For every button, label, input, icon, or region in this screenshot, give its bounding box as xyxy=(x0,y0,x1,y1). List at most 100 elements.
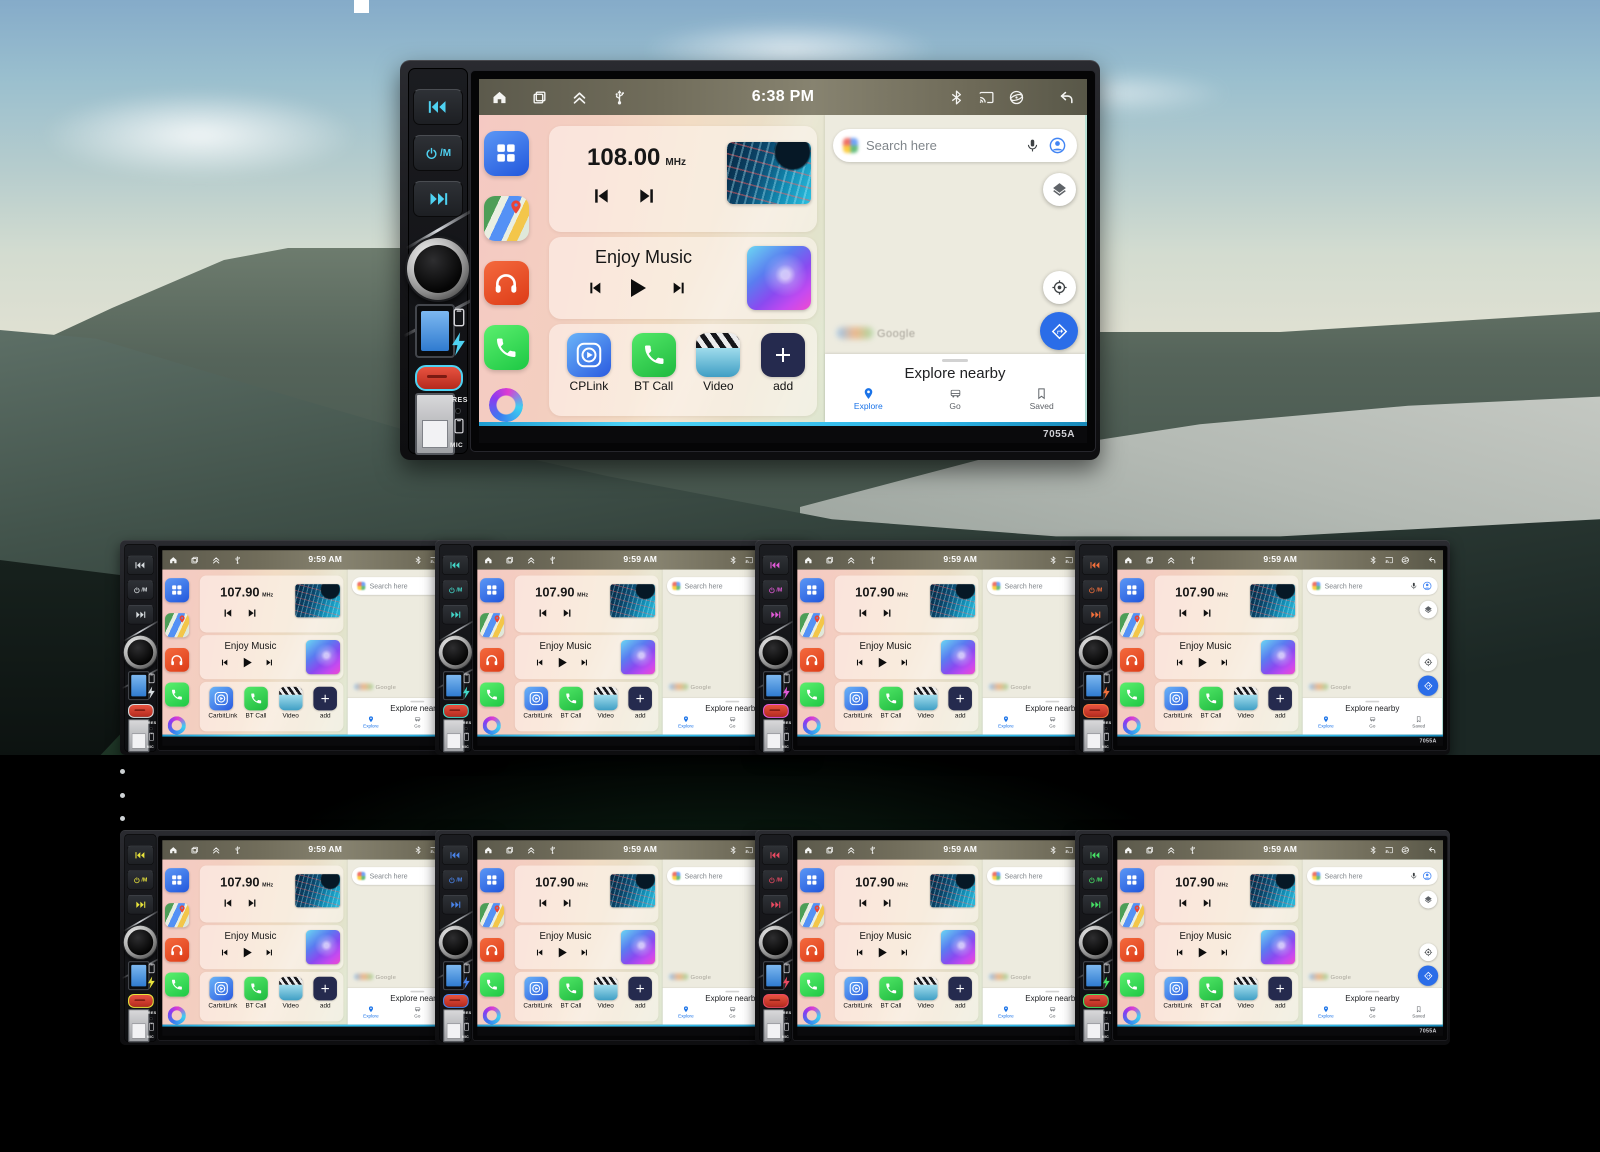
prev-track-button[interactable] xyxy=(1175,658,1184,667)
prev-station-button[interactable] xyxy=(1177,898,1188,909)
sheet-handle[interactable] xyxy=(942,359,968,362)
back-icon[interactable] xyxy=(1427,845,1436,854)
my-location-button[interactable] xyxy=(1419,653,1438,672)
next-track-button[interactable] xyxy=(265,658,274,667)
tab-go[interactable]: Go xyxy=(912,387,999,411)
layers-button[interactable] xyxy=(1419,600,1438,619)
app-bt-call[interactable]: BT Call xyxy=(878,976,904,1022)
app-add[interactable]: add xyxy=(628,686,654,732)
assistant-ring-icon[interactable] xyxy=(482,1006,501,1025)
next-track-button[interactable] xyxy=(1220,948,1229,957)
app-add[interactable]: add xyxy=(948,686,974,732)
phone-app-icon[interactable] xyxy=(479,682,504,707)
next-track-button[interactable] xyxy=(441,895,469,915)
app-bt-call[interactable]: BT Call xyxy=(558,686,584,732)
usb-icon[interactable] xyxy=(868,845,877,854)
usb-icon[interactable] xyxy=(1188,845,1197,854)
maps-app-icon[interactable] xyxy=(799,612,824,638)
play-button[interactable] xyxy=(241,656,254,669)
app-bt-call[interactable]: BT Call xyxy=(878,686,904,732)
sheet-handle[interactable] xyxy=(1365,700,1380,703)
reset-slot[interactable] xyxy=(128,993,154,1008)
next-track-button[interactable] xyxy=(1081,895,1109,915)
app-cplink[interactable]: CarbitLink xyxy=(843,686,872,732)
next-track-button[interactable] xyxy=(580,948,589,957)
app-grid-icon[interactable] xyxy=(479,868,504,893)
prev-station-button[interactable] xyxy=(537,898,548,909)
layers-button[interactable] xyxy=(1043,173,1076,206)
music-widget[interactable]: Enjoy Music xyxy=(199,635,344,680)
usb-icon[interactable] xyxy=(611,89,628,106)
recents-icon[interactable] xyxy=(825,845,834,854)
radio-widget[interactable]: 107.90 MHz xyxy=(1154,575,1299,633)
chevron-up-icon[interactable] xyxy=(571,89,588,106)
app-add[interactable]: add xyxy=(1268,976,1294,1022)
music-widget[interactable]: Enjoy Music xyxy=(834,635,979,680)
volume-knob[interactable] xyxy=(438,635,472,669)
app-video[interactable]: Video xyxy=(278,686,304,732)
volume-knob[interactable] xyxy=(758,925,792,959)
next-track-button[interactable] xyxy=(1081,605,1109,625)
prev-station-button[interactable] xyxy=(537,608,548,619)
touchscreen[interactable]: 9:59 AM 107.90 MHz Enjoy Music CarbitLin… xyxy=(1112,835,1448,1041)
prev-track-button[interactable] xyxy=(1175,948,1184,957)
tab-explore[interactable]: Explore xyxy=(1303,1006,1349,1019)
music-widget[interactable]: Enjoy Music xyxy=(1154,925,1299,970)
reset-slot[interactable] xyxy=(1083,703,1109,718)
assistant-ring-icon[interactable] xyxy=(167,716,186,735)
app-video[interactable]: Video xyxy=(593,686,619,732)
search-bar[interactable]: Search here xyxy=(1306,867,1438,885)
next-station-button[interactable] xyxy=(882,898,893,909)
sheet-handle[interactable] xyxy=(410,700,425,703)
play-button[interactable] xyxy=(241,946,254,959)
mic-icon[interactable] xyxy=(1410,582,1418,590)
power-mode-button[interactable]: /M xyxy=(126,870,154,890)
app-video[interactable]: Video xyxy=(1233,976,1259,1022)
sheet-handle[interactable] xyxy=(410,990,425,993)
next-station-button[interactable] xyxy=(637,186,657,206)
mic-icon[interactable] xyxy=(1410,872,1418,880)
app-video[interactable]: Video xyxy=(913,976,939,1022)
volume-knob[interactable] xyxy=(1078,925,1112,959)
back-icon[interactable] xyxy=(1427,555,1436,564)
next-station-button[interactable] xyxy=(1202,608,1213,619)
next-track-button[interactable] xyxy=(761,895,789,915)
home-icon[interactable] xyxy=(491,89,508,106)
tab-explore[interactable]: Explore xyxy=(825,387,912,411)
app-bt-call[interactable]: BT Call xyxy=(558,976,584,1022)
volume-knob[interactable] xyxy=(407,238,469,300)
play-button[interactable] xyxy=(556,946,569,959)
next-station-button[interactable] xyxy=(247,898,258,909)
reset-slot[interactable] xyxy=(443,703,469,718)
radio-widget[interactable]: 107.90 MHz xyxy=(834,865,979,923)
app-grid-icon[interactable] xyxy=(1119,868,1144,893)
prev-track-button[interactable] xyxy=(855,948,864,957)
power-mode-button[interactable]: /M xyxy=(1081,580,1109,600)
next-station-button[interactable] xyxy=(562,898,573,909)
tab-explore[interactable]: Explore xyxy=(348,1006,394,1019)
radio-widget[interactable]: 107.90 MHz xyxy=(199,575,344,633)
layers-button[interactable] xyxy=(1419,890,1438,909)
prev-station-button[interactable] xyxy=(857,608,868,619)
prev-track-button[interactable] xyxy=(220,658,229,667)
next-track-button[interactable] xyxy=(413,181,463,217)
radio-app-icon[interactable] xyxy=(483,260,529,306)
app-add[interactable]: add xyxy=(759,333,807,416)
recents-icon[interactable] xyxy=(825,555,834,564)
account-icon[interactable] xyxy=(1422,871,1432,881)
prev-track-button[interactable] xyxy=(413,89,463,125)
radio-widget[interactable]: 107.90 MHz xyxy=(514,865,659,923)
play-button[interactable] xyxy=(1196,946,1209,959)
next-station-button[interactable] xyxy=(562,608,573,619)
assistant-ring-icon[interactable] xyxy=(1122,716,1141,735)
power-mode-button[interactable]: /M xyxy=(1081,870,1109,890)
next-track-button[interactable] xyxy=(265,948,274,957)
bottom-sheet[interactable]: Explore nearby Explore Go Saved xyxy=(1302,988,1442,1025)
volume-knob[interactable] xyxy=(1078,635,1112,669)
directions-button[interactable] xyxy=(1417,675,1439,696)
reset-slot[interactable] xyxy=(1083,993,1109,1008)
next-track-button[interactable] xyxy=(900,658,909,667)
home-icon[interactable] xyxy=(1124,555,1133,564)
app-add[interactable]: add xyxy=(628,976,654,1022)
prev-station-button[interactable] xyxy=(1177,608,1188,619)
